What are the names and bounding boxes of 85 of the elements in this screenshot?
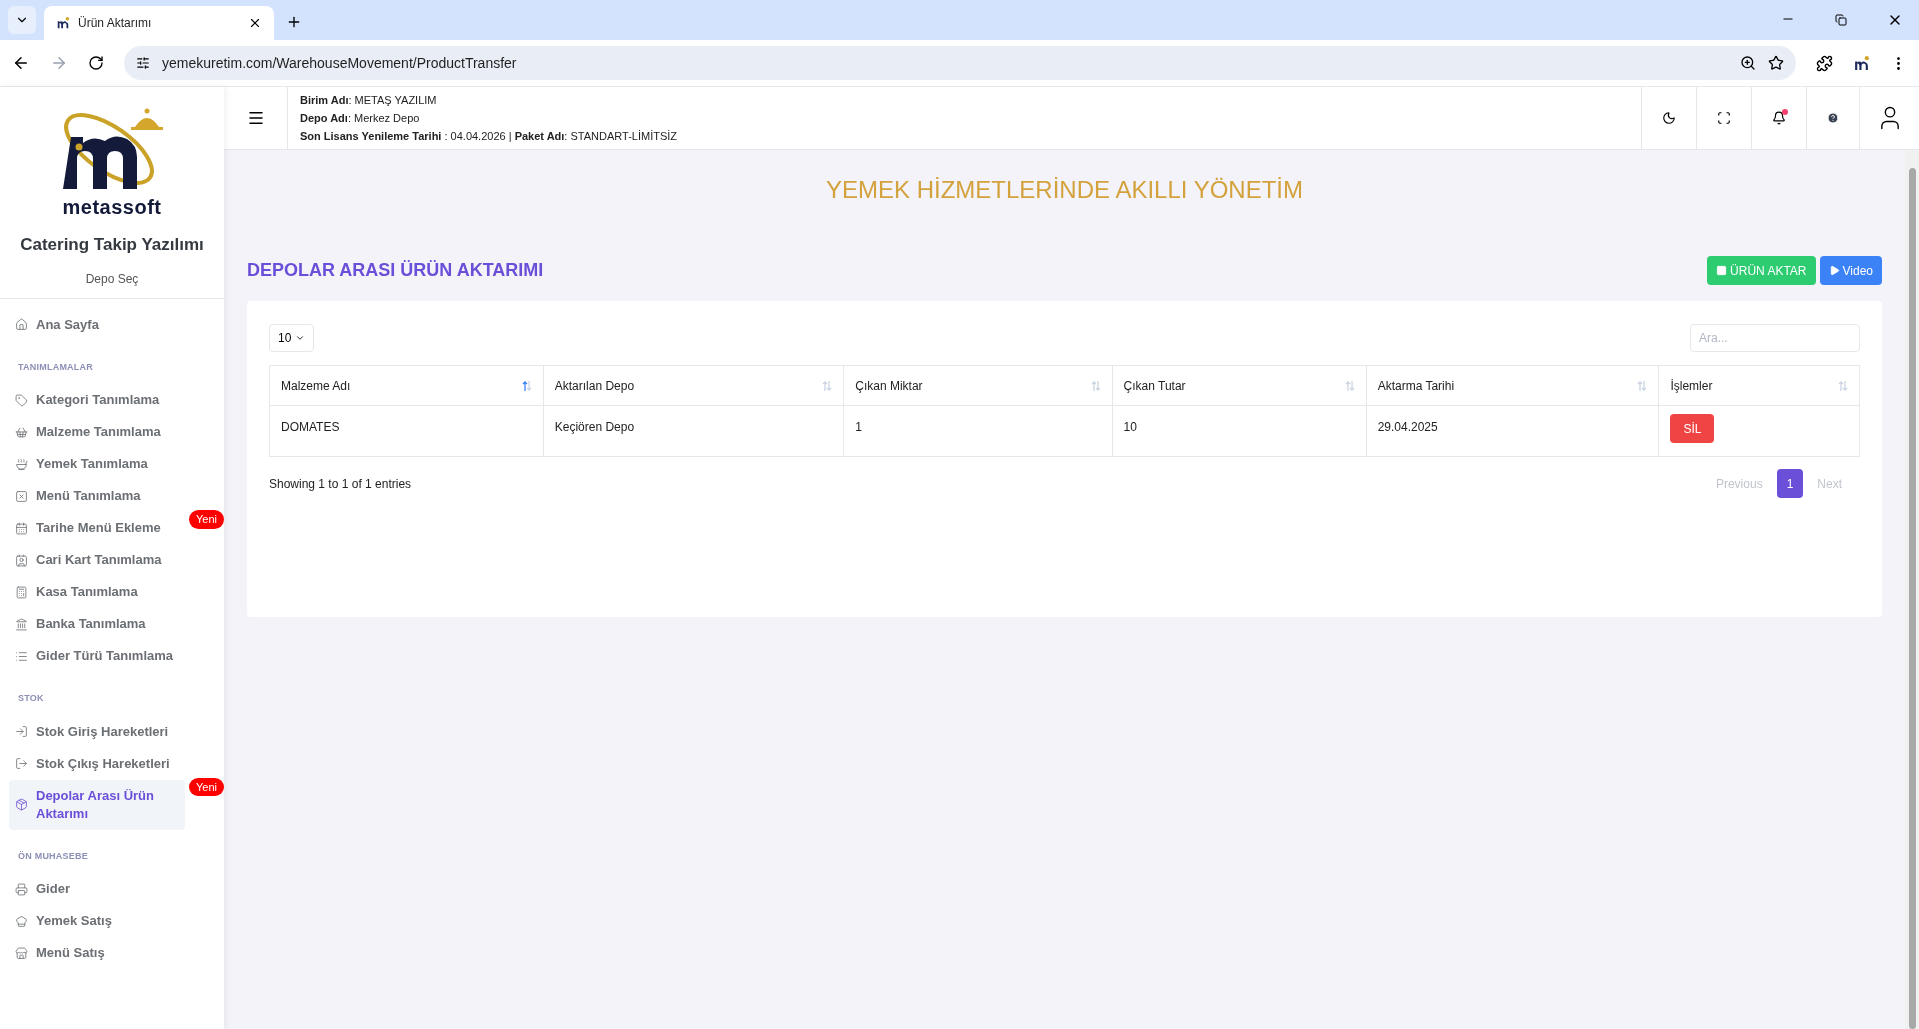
menu-card-icon	[15, 489, 28, 503]
address-bar[interactable]: yemekuretim.com/WarehouseMovement/ProductTransfer	[124, 46, 1796, 80]
table-cell: 1	[843, 405, 1113, 457]
logo-text: metassoft	[62, 197, 162, 217]
depot-select-link[interactable]: Depo Seç	[85, 269, 139, 288]
calendar-icon	[15, 521, 28, 535]
profile-icon[interactable]	[1853, 54, 1870, 72]
tag-icon	[15, 393, 28, 407]
bell-icon	[1772, 111, 1786, 125]
help-icon	[1827, 112, 1839, 124]
favicon[interactable]	[56, 16, 70, 30]
enter-icon	[15, 725, 28, 738]
app-name: Catering Takip Yazılımı	[20, 234, 204, 256]
exit-icon	[15, 757, 28, 770]
section-heading: STOK	[17, 692, 45, 705]
bowl-icon	[15, 457, 28, 471]
browser-tab[interactable]: Ürün Aktarımı	[44, 6, 274, 40]
bank-icon	[15, 617, 28, 631]
extensions-icon[interactable]	[1816, 54, 1833, 72]
table-cell: DOMATES	[269, 405, 544, 457]
nav-item[interactable]: Stok Çıkış Hareketleri	[9, 747, 185, 780]
basket-icon	[15, 425, 28, 439]
nav-item[interactable]: Yemek Tanımlama	[9, 448, 185, 480]
column-header[interactable]: Malzeme Adı	[269, 365, 544, 406]
nav-item[interactable]: Stok Giriş Hareketleri	[9, 715, 185, 748]
section-heading: ÖN MUHASEBE	[17, 849, 89, 863]
list-icon	[15, 649, 28, 663]
table-cell: 10	[1112, 405, 1367, 457]
column-header[interactable]: Aktarılan Depo	[543, 365, 844, 406]
moon-icon	[1662, 111, 1676, 125]
new-badge: Yeni	[189, 510, 224, 529]
nav-item[interactable]: Banka Tanımlama	[9, 608, 185, 640]
package-icon	[15, 798, 28, 811]
contact-card-icon	[15, 553, 28, 567]
entries-info: Showing 1 to 1 of 1 entries	[269, 475, 412, 493]
nav-item[interactable]: Yemek Satış	[9, 905, 185, 937]
cash-register-icon	[15, 585, 28, 599]
page-size-select[interactable]: 10	[269, 324, 315, 352]
sort-icon[interactable]	[521, 379, 532, 392]
banner-heading: YEMEK HİZMETLERİNDE AKILLI YÖNETİM	[825, 175, 1304, 205]
video-button[interactable]: Video	[1819, 256, 1882, 285]
nav-item[interactable]: Kategori Tanımlama	[9, 384, 185, 416]
reload-icon[interactable]	[88, 55, 104, 71]
nav-item[interactable]: Ana Sayfa	[9, 308, 185, 341]
column-header[interactable]: İşlemler	[1658, 365, 1860, 406]
nav-item[interactable]: Depolar Arası Ürün Aktarımı	[9, 779, 185, 830]
table-cell: Keçiören Depo	[543, 405, 844, 457]
nav-item[interactable]: Menü Tanımlama	[9, 480, 185, 512]
site-info-icon[interactable]	[136, 56, 150, 70]
table-cell: 29.04.2025	[1366, 405, 1659, 457]
play-icon	[1828, 265, 1840, 276]
column-header[interactable]: Çıkan Tutar	[1112, 365, 1367, 406]
search-field[interactable]: Ara...	[1690, 324, 1860, 352]
new-tab-icon[interactable]	[286, 14, 302, 30]
delete-button[interactable]: SİL	[1670, 414, 1715, 443]
page-title: DEPOLAR ARASI ÜRÜN AKTARIMI	[247, 259, 544, 282]
column-header[interactable]: Aktarma Tarihi	[1366, 365, 1659, 406]
section-heading: TANIMLAMALAR	[17, 360, 95, 374]
fullscreen-icon	[1717, 111, 1731, 125]
restore-icon[interactable]	[1835, 14, 1847, 26]
nav-item[interactable]: Menü Satış	[9, 937, 185, 969]
zoom-icon[interactable]	[1740, 55, 1756, 71]
bookmark-star-icon[interactable]	[1768, 55, 1784, 71]
url-text: yemekuretim.com/WarehouseMovement/ProductTransfer	[162, 53, 518, 73]
pagination-button[interactable]: 1	[1776, 469, 1804, 498]
license-info-text: Birim Adı: METAŞ YAZILIM	[300, 92, 438, 108]
nav-item[interactable]: Malzeme Tanımlama	[9, 416, 185, 448]
tab-title: Ürün Aktarımı	[78, 15, 153, 32]
forward-icon[interactable]	[50, 54, 68, 72]
store-icon	[15, 946, 28, 960]
home-icon	[15, 318, 28, 331]
nav-item[interactable]: Cari Kart Tanımlama	[9, 544, 185, 576]
new-badge: Yeni	[189, 777, 224, 796]
menu-icon	[246, 109, 265, 127]
chef-icon	[15, 914, 28, 928]
nav-item[interactable]: Gider Türü Tanımlama	[9, 640, 185, 672]
column-header[interactable]: Çıkan Miktar	[843, 365, 1113, 406]
caret-icon	[295, 333, 306, 343]
close-icon[interactable]	[248, 16, 262, 30]
nav-item[interactable]: Kasa Tanımlama	[9, 576, 185, 608]
back-icon[interactable]	[12, 54, 30, 72]
license-info-text: Depo Adı: Merkez Depo	[300, 110, 421, 126]
nav-item[interactable]: Tarihe Menü Ekleme	[9, 512, 185, 544]
nav-item[interactable]: Gider	[9, 873, 185, 905]
license-info-text: Son Lisans Yenileme Tarihi : 04.04.2026 | Paket Adı: STANDART-LİMİTSİZ	[300, 128, 679, 144]
